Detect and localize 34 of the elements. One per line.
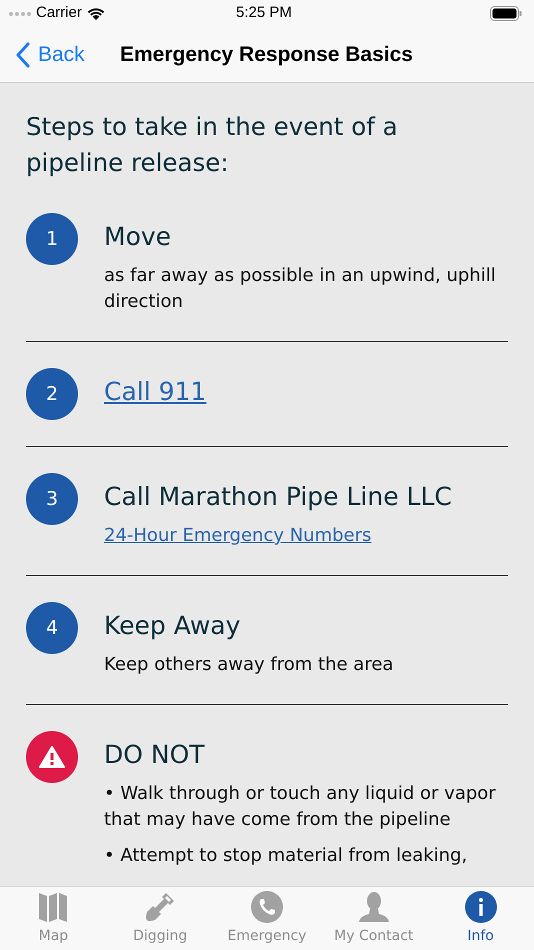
screen-title: Emergency Response Basics bbox=[120, 42, 413, 68]
back-button[interactable]: Back bbox=[16, 38, 85, 70]
chevron-left-icon bbox=[16, 42, 30, 68]
status-time: 5:25 PM bbox=[236, 3, 292, 24]
tab-bar-item[interactable]: Map bbox=[0, 887, 107, 950]
tab-bar-item[interactable]: My Contact bbox=[320, 887, 428, 950]
phone-icon bbox=[250, 890, 283, 922]
person-icon bbox=[358, 890, 390, 922]
step-number: 3 bbox=[26, 473, 78, 525]
step-title: Move bbox=[104, 221, 172, 253]
signal-icon bbox=[8, 10, 32, 16]
warning-icon bbox=[26, 731, 78, 783]
step-title: Call Marathon Pipe Line LLC bbox=[104, 481, 452, 513]
emergency-numbers-link[interactable]: 24-Hour Emergency Numbers bbox=[104, 523, 372, 549]
tab-bar-item[interactable]: Digging bbox=[106, 887, 214, 950]
step-description: • Walk through or touch any liquid or vapor that may have come from the pipeline bbox=[104, 782, 497, 832]
call-link[interactable]: Call 911 bbox=[104, 376, 206, 408]
step-number: 2 bbox=[26, 368, 78, 420]
step-number: 1 bbox=[26, 213, 78, 265]
step-description: Keep others away from the area bbox=[104, 653, 394, 677]
shovel-icon bbox=[144, 890, 176, 922]
map-icon bbox=[38, 890, 68, 922]
intro-heading: Steps to take in the event of a pipeline release: bbox=[26, 111, 399, 179]
step-description: • Attempt to stop material from leaking, bbox=[104, 844, 468, 868]
step-description: as far away as possible in an upwind, uphill direction bbox=[104, 264, 497, 314]
tab-bar-item[interactable]: Info bbox=[427, 887, 534, 950]
battery-icon bbox=[490, 6, 522, 21]
step-number: 4 bbox=[26, 602, 78, 654]
info-icon bbox=[464, 890, 497, 922]
step-title: Keep Away bbox=[104, 610, 240, 642]
step-title: DO NOT bbox=[104, 739, 205, 771]
tab-bar-item[interactable]: Emergency bbox=[214, 887, 320, 950]
carrier-label: Carrier bbox=[36, 3, 82, 24]
wifi-icon bbox=[86, 6, 106, 21]
